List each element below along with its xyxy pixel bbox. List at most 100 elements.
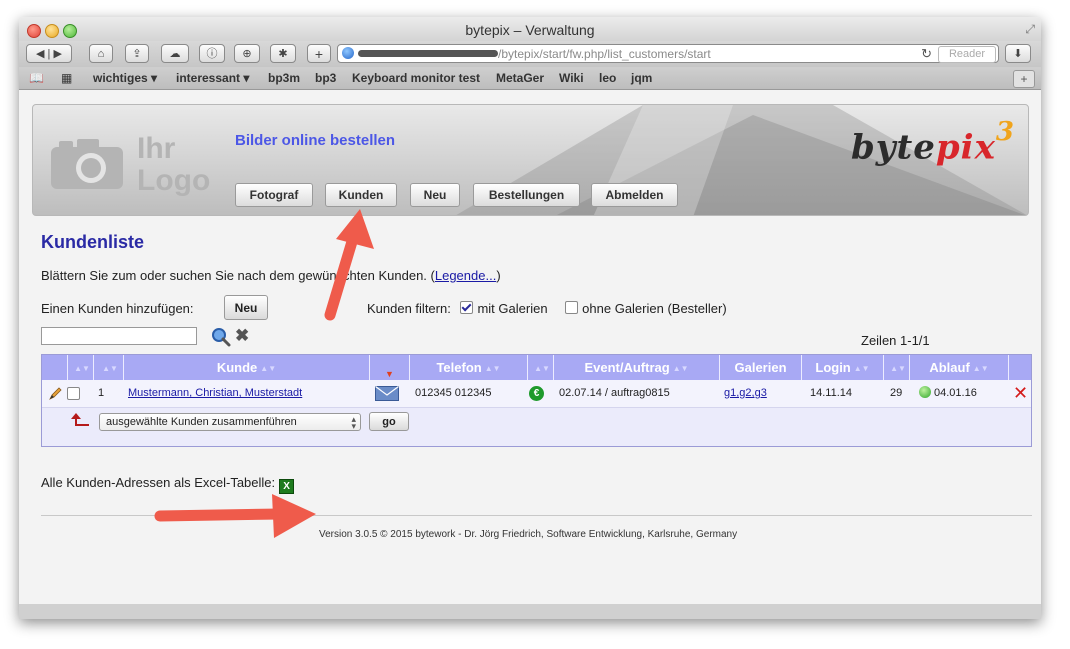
galleries[interactable]: g1,g2,g3 bbox=[724, 387, 767, 399]
bookmark-bp3m[interactable]: bp3m bbox=[268, 71, 300, 85]
status-ok-icon bbox=[919, 386, 931, 398]
col-number-sort[interactable]: ▲▼ bbox=[94, 355, 124, 380]
bookmark-wiki[interactable]: Wiki bbox=[559, 71, 584, 85]
bookmark-jqm[interactable]: jqm bbox=[631, 71, 652, 85]
brand-part-2: pix bbox=[935, 127, 996, 168]
search-icon[interactable] bbox=[211, 327, 231, 347]
browser-toolbar: ◀ | ▶ ⌂ ⇪ ☁ ⓘ ⊕ ✱ + /bytepix/start/fw.ph… bbox=[19, 41, 1041, 67]
camera-logo-icon bbox=[51, 139, 123, 189]
col-telefon-label: Telefon bbox=[436, 360, 482, 375]
sort-icon[interactable]: ▲▼ bbox=[973, 356, 989, 381]
bookmark-metager[interactable]: MetaGer bbox=[496, 71, 544, 85]
sort-icon[interactable]: ▲▼ bbox=[673, 356, 689, 381]
back-icon[interactable]: ◀ bbox=[36, 48, 44, 60]
nav-abmelden[interactable]: Abmelden bbox=[591, 183, 678, 207]
sort-icon[interactable]: ▲▼ bbox=[102, 356, 118, 381]
galleries-link[interactable]: g1,g2,g3 bbox=[724, 380, 767, 407]
customer-filter: Kunden filtern: mit Galerien ohne Galeri… bbox=[367, 301, 727, 316]
bytepix-logo: bytepix3 bbox=[851, 117, 1015, 168]
col-kunde[interactable]: Kunde ▲▼ bbox=[124, 355, 370, 380]
sort-desc-icon[interactable]: ▼ bbox=[385, 369, 394, 379]
merge-action-select[interactable]: ausgewählte Kunden zusammenführen ▴ ▾ bbox=[99, 413, 361, 431]
col-galerien: Galerien bbox=[720, 355, 802, 380]
reading-list-icon[interactable]: 📖 bbox=[29, 71, 44, 85]
sort-icon[interactable]: ▲▼ bbox=[485, 356, 501, 381]
row-select-checkbox[interactable] bbox=[67, 387, 80, 400]
footer-version: Version 3.0.5 © 2015 bytework - Dr. Jörg… bbox=[319, 529, 738, 540]
filter-with-galleries-checkbox[interactable] bbox=[460, 301, 474, 314]
table-row: 1 Mustermann, Christian, Musterstadt 012… bbox=[42, 380, 1031, 408]
legend-link[interactable]: Legende... bbox=[435, 268, 496, 283]
sort-icon[interactable]: ▲▼ bbox=[534, 356, 550, 381]
reader-button[interactable]: Reader bbox=[938, 46, 996, 63]
col-login-label: Login bbox=[815, 360, 851, 375]
url-path[interactable]: /bytepix/start/fw.php/list_customers/sta… bbox=[498, 47, 711, 61]
clear-search-icon[interactable]: ✖ bbox=[235, 326, 249, 346]
col-mail[interactable]: ▼ bbox=[370, 355, 410, 380]
bookmark-leo[interactable]: leo bbox=[599, 71, 616, 85]
intro-text: Blättern Sie zum oder suchen Sie nach de… bbox=[41, 268, 501, 283]
nav-neu[interactable]: Neu bbox=[410, 183, 460, 207]
sort-icon[interactable]: ▲▼ bbox=[260, 356, 276, 381]
col-select-sort[interactable]: ▲▼ bbox=[68, 355, 94, 380]
home-icon[interactable]: ⌂ bbox=[89, 44, 113, 63]
redacted-host bbox=[358, 50, 498, 57]
col-ablauf[interactable]: Ablauf ▲▼ bbox=[910, 355, 1009, 380]
customer-name[interactable]: Mustermann, Christian, Musterstadt bbox=[128, 387, 302, 399]
share-icon[interactable]: ⇪ bbox=[125, 44, 149, 63]
bookmark-interessant[interactable]: interessant ▾ bbox=[176, 71, 249, 85]
title-bar: bytepix – Verwaltung ⤢ bbox=[19, 17, 1041, 41]
info-icon[interactable]: ⓘ bbox=[199, 44, 225, 63]
fullscreen-icon[interactable]: ⤢ bbox=[1025, 22, 1035, 37]
edit-icon[interactable] bbox=[47, 386, 63, 402]
logo-line-1: Ihr bbox=[137, 132, 176, 165]
go-button[interactable]: go bbox=[369, 412, 409, 431]
expiry: 04.01.16 bbox=[919, 380, 977, 407]
search-input[interactable] bbox=[41, 327, 197, 345]
order-count: 29 bbox=[890, 387, 903, 399]
nav-bestellungen[interactable]: Bestellungen bbox=[473, 183, 580, 207]
forward-icon[interactable]: ▶ bbox=[53, 48, 61, 60]
nav-kunden[interactable]: Kunden bbox=[325, 183, 397, 207]
email-icon[interactable] bbox=[375, 386, 399, 401]
top-sites-icon[interactable]: ▦ bbox=[61, 71, 72, 85]
col-ablauf-label: Ablauf bbox=[929, 360, 970, 375]
col-galerien-label: Galerien bbox=[734, 360, 787, 375]
delete-icon[interactable]: ✕ bbox=[1013, 383, 1028, 404]
login-date: 14.11.14 bbox=[810, 387, 853, 399]
header-banner: Ihr Logo Bilder online bestellen bytepix… bbox=[32, 104, 1029, 216]
filter-without-galleries-checkbox[interactable] bbox=[565, 301, 579, 314]
add-tab-button[interactable]: + bbox=[1013, 70, 1035, 88]
col-login[interactable]: Login ▲▼ bbox=[802, 355, 884, 380]
sort-icon[interactable]: ▲▼ bbox=[890, 356, 906, 381]
nav-fotograf[interactable]: Fotograf bbox=[235, 183, 313, 207]
icloud-icon[interactable]: ☁ bbox=[161, 44, 189, 63]
sort-icon[interactable]: ▲▼ bbox=[74, 356, 90, 381]
url-field[interactable]: /bytepix/start/fw.php/list_customers/sta… bbox=[337, 44, 999, 63]
sort-icon[interactable]: ▲▼ bbox=[854, 356, 870, 381]
excel-label: Alle Kunden-Adressen als Excel-Tabelle: bbox=[41, 475, 276, 490]
tagline: Bilder online bestellen bbox=[235, 132, 396, 149]
col-delete bbox=[1009, 355, 1031, 380]
col-count[interactable]: ▲▼ bbox=[884, 355, 910, 380]
col-event-label: Event/Auftrag bbox=[584, 360, 670, 375]
customer-name-link[interactable]: Mustermann, Christian, Musterstadt bbox=[128, 380, 302, 407]
bookmark-wichtiges[interactable]: wichtiges ▾ bbox=[93, 71, 157, 85]
new-tab-icon[interactable]: + bbox=[307, 44, 331, 63]
bookmark-bp3[interactable]: bp3 bbox=[315, 71, 336, 85]
expiry-date: 04.01.16 bbox=[934, 387, 977, 399]
extension-icon[interactable]: ✱ bbox=[270, 44, 296, 63]
brand-part-1: byte bbox=[851, 127, 936, 168]
select-chevron-icon[interactable]: ▴ ▾ bbox=[351, 415, 356, 431]
add-customer-button[interactable]: Neu bbox=[224, 295, 268, 320]
downloads-icon[interactable]: ⬇ bbox=[1005, 44, 1031, 63]
col-payment[interactable]: ▲▼ bbox=[528, 355, 554, 380]
col-telefon[interactable]: Telefon ▲▼ bbox=[410, 355, 528, 380]
reload-icon[interactable]: ↻ bbox=[921, 46, 932, 62]
back-forward-button[interactable]: ◀ | ▶ bbox=[26, 44, 72, 63]
col-event[interactable]: Event/Auftrag ▲▼ bbox=[554, 355, 720, 380]
rows-info: Zeilen 1-1/1 bbox=[861, 333, 930, 348]
bookmark-keyboard-monitor-test[interactable]: Keyboard monitor test bbox=[352, 71, 480, 85]
bookmarks-bar: 📖 ▦ wichtiges ▾ interessant ▾ bp3m bp3 K… bbox=[19, 67, 1041, 90]
download-icon[interactable]: ⊕ bbox=[234, 44, 260, 63]
